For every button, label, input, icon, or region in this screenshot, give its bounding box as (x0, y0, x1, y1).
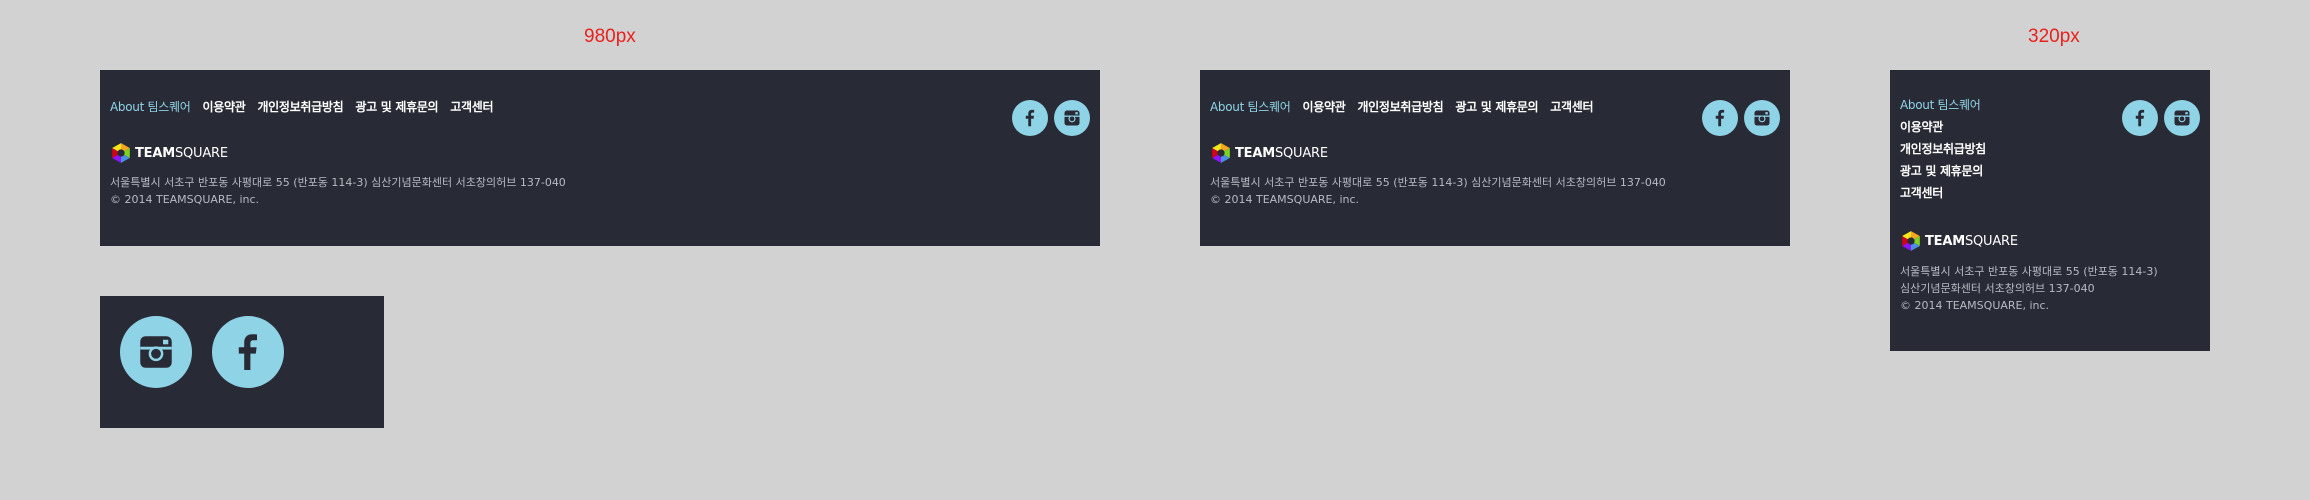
instagram-button[interactable] (1054, 100, 1090, 136)
social-links (1006, 100, 1090, 136)
facebook-button-large[interactable] (212, 316, 284, 388)
instagram-button-large[interactable] (120, 316, 192, 388)
logo-mark-icon (1210, 142, 1232, 164)
facebook-icon (1709, 107, 1731, 129)
facebook-button[interactable] (1702, 100, 1738, 136)
nav-about-link[interactable]: About 팀스퀘어 (1900, 99, 1981, 112)
nav-ads-link[interactable]: 광고 및 제휴문의 (355, 98, 438, 115)
nav-privacy-link[interactable]: 개인정보취급방침 (1357, 98, 1443, 115)
nav-terms-link[interactable]: 이용약관 (1302, 98, 1345, 115)
nav-terms-link[interactable]: 이용약관 (202, 98, 245, 115)
social-links (1696, 100, 1780, 136)
company-info: 서울특별시 서초구 반포동 사평대로 55 (반포동 114-3) 심산기념문화… (1210, 174, 1666, 208)
address-line-1: 서울특별시 서초구 반포동 사평대로 55 (반포동 114-3) (1900, 265, 2158, 278)
company-info: 서울특별시 서초구 반포동 사평대로 55 (반포동 114-3) 심산기념문화… (110, 174, 566, 208)
nav-support-link[interactable]: 고객센터 (450, 98, 493, 115)
footer-wide: About 팀스퀘어 이용약관 개인정보취급방침 광고 및 제휴문의 고객센터 … (100, 70, 1100, 246)
instagram-button[interactable] (2164, 100, 2200, 136)
nav-ads-link[interactable]: 광고 및 제휴문의 (1900, 165, 1983, 178)
social-icon-samples (120, 316, 304, 388)
facebook-icon (2129, 107, 2151, 129)
facebook-icon (224, 328, 272, 376)
copyright-text: © 2014 TEAMSQUARE, inc. (1210, 193, 1360, 206)
instagram-button[interactable] (1744, 100, 1780, 136)
nav-about-link[interactable]: About 팀스퀘어 (110, 98, 191, 115)
social-links (2116, 100, 2200, 136)
instagram-icon (2172, 108, 2192, 128)
nav-privacy-link[interactable]: 개인정보취급방침 (257, 98, 343, 115)
nav-privacy-link[interactable]: 개인정보취급방침 (1900, 143, 1986, 156)
teamsquare-logo[interactable]: TEAMSQUARE (110, 142, 228, 164)
copyright-text: © 2014 TEAMSQUARE, inc. (110, 193, 260, 206)
instagram-icon (1062, 108, 1082, 128)
footer-nav: About 팀스퀘어 이용약관 개인정보취급방침 광고 및 제휴문의 고객센터 (110, 98, 505, 115)
logo-mark-icon (1900, 230, 1922, 252)
nav-terms-link[interactable]: 이용약관 (1900, 121, 1943, 134)
logo-wordmark: TEAMSQUARE (1925, 233, 2018, 249)
footer-medium: About 팀스퀘어 이용약관 개인정보취급방침 광고 및 제휴문의 고객센터 … (1200, 70, 1790, 246)
copyright-text: © 2014 TEAMSQUARE, inc. (1900, 299, 2050, 312)
footer-nav: About 팀스퀘어 이용약관 개인정보취급방침 광고 및 제휴문의 고객센터 (1900, 99, 1986, 209)
facebook-button[interactable] (1012, 100, 1048, 136)
company-info: 서울특별시 서초구 반포동 사평대로 55 (반포동 114-3) 심산기념문화… (1900, 263, 2158, 314)
nav-support-link[interactable]: 고객센터 (1900, 187, 1943, 200)
nav-ads-link[interactable]: 광고 및 제휴문의 (1455, 98, 1538, 115)
instagram-icon (135, 331, 177, 373)
nav-about-link[interactable]: About 팀스퀘어 (1210, 98, 1291, 115)
instagram-icon (1752, 108, 1772, 128)
logo-wordmark: TEAMSQUARE (1235, 145, 1328, 161)
address-text: 서울특별시 서초구 반포동 사평대로 55 (반포동 114-3) 심산기념문화… (1210, 176, 1666, 189)
teamsquare-logo[interactable]: TEAMSQUARE (1900, 230, 2018, 252)
width-label-320: 320px (2028, 26, 2080, 47)
icon-sample-panel (100, 296, 384, 428)
footer-narrow: About 팀스퀘어 이용약관 개인정보취급방침 광고 및 제휴문의 고객센터 … (1890, 70, 2210, 351)
nav-support-link[interactable]: 고객센터 (1550, 98, 1593, 115)
facebook-button[interactable] (2122, 100, 2158, 136)
teamsquare-logo[interactable]: TEAMSQUARE (1210, 142, 1328, 164)
logo-mark-icon (110, 142, 132, 164)
address-line-2: 심산기념문화센터 서초창의허브 137-040 (1900, 282, 2095, 295)
width-label-980: 980px (584, 26, 636, 47)
logo-wordmark: TEAMSQUARE (135, 145, 228, 161)
facebook-icon (1019, 107, 1041, 129)
footer-nav: About 팀스퀘어 이용약관 개인정보취급방침 광고 및 제휴문의 고객센터 (1210, 98, 1605, 115)
address-text: 서울특별시 서초구 반포동 사평대로 55 (반포동 114-3) 심산기념문화… (110, 176, 566, 189)
